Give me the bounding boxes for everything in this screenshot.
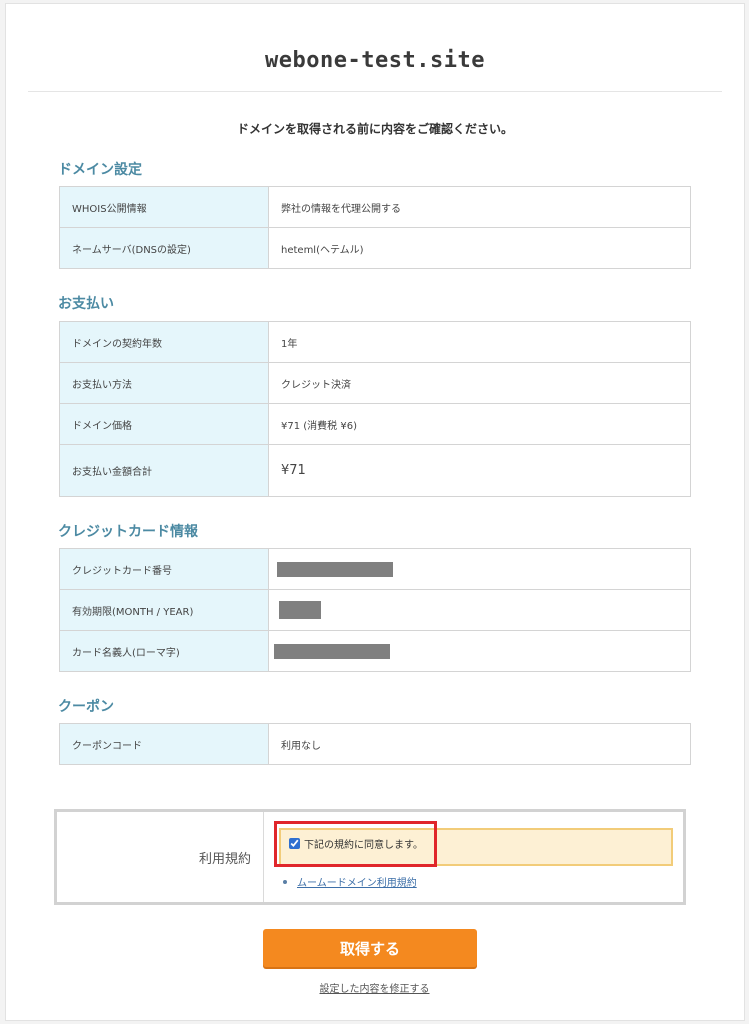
row-value: クレジット決済 bbox=[268, 362, 691, 404]
section-heading-domain: ドメイン設定 bbox=[58, 162, 142, 178]
redacted-card-number bbox=[277, 561, 393, 577]
row-value: 利用なし bbox=[268, 723, 691, 765]
table-row: WHOIS公開情報 弊社の情報を代理公開する bbox=[59, 186, 691, 228]
terms-link-item: ムームードメイン利用規約 bbox=[283, 874, 417, 889]
edit-settings-link-wrap: 設定した内容を修正する bbox=[0, 980, 749, 995]
row-label: ドメイン価格 bbox=[59, 403, 269, 445]
credit-card-table: クレジットカード番号 有効期限(MONTH / YEAR) カード名義人(ローマ… bbox=[59, 548, 691, 672]
payment-table: ドメインの契約年数 1年 お支払い方法 クレジット決済 ドメイン価格 ¥71 (… bbox=[59, 321, 691, 497]
row-label: お支払い方法 bbox=[59, 362, 269, 404]
agree-area[interactable]: 下記の規約に同意します。 bbox=[279, 828, 673, 866]
row-value: heteml(ヘテムル) bbox=[268, 227, 691, 269]
agree-text: 下記の規約に同意します。 bbox=[304, 840, 423, 851]
terms-of-service-link[interactable]: ムームードメイン利用規約 bbox=[297, 874, 417, 889]
section-heading-credit-card: クレジットカード情報 bbox=[58, 524, 198, 540]
site-title: webone-test.site bbox=[265, 48, 485, 73]
agree-checkbox[interactable] bbox=[289, 838, 300, 849]
row-value bbox=[268, 548, 691, 590]
table-row: ドメイン価格 ¥71 (消費税 ¥6) bbox=[59, 403, 691, 445]
row-label: ドメインの契約年数 bbox=[59, 321, 269, 363]
row-label: お支払い金額合計 bbox=[59, 444, 269, 497]
coupon-table: クーポンコード 利用なし bbox=[59, 723, 691, 765]
row-label: 有効期限(MONTH / YEAR) bbox=[59, 589, 269, 631]
row-label: クレジットカード番号 bbox=[59, 548, 269, 590]
agree-checkbox-label[interactable]: 下記の規約に同意します。 bbox=[289, 836, 423, 851]
redacted-expiry bbox=[279, 601, 321, 619]
table-row: ドメインの契約年数 1年 bbox=[59, 321, 691, 363]
table-row: クレジットカード番号 bbox=[59, 548, 691, 590]
terms-label: 利用規約 bbox=[57, 812, 264, 902]
table-row: お支払い方法 クレジット決済 bbox=[59, 362, 691, 404]
table-row: お支払い金額合計 ¥71 bbox=[59, 444, 691, 497]
total-amount: ¥71 bbox=[268, 444, 691, 497]
bullet-icon bbox=[283, 879, 287, 884]
terms-box: 利用規約 下記の規約に同意します。 ムームードメイン利用規約 bbox=[54, 809, 686, 905]
row-value: ¥71 (消費税 ¥6) bbox=[268, 403, 691, 445]
row-value bbox=[268, 589, 691, 631]
row-value: 弊社の情報を代理公開する bbox=[268, 186, 691, 228]
section-heading-payment: お支払い bbox=[58, 296, 114, 312]
confirmation-lead-text: ドメインを取得される前に内容をご確認ください。 bbox=[236, 122, 513, 136]
row-label: クーポンコード bbox=[59, 723, 269, 765]
table-row: ネームサーバ(DNSの設定) heteml(ヘテムル) bbox=[59, 227, 691, 269]
title-divider bbox=[28, 91, 722, 92]
row-label: ネームサーバ(DNSの設定) bbox=[59, 227, 269, 269]
redacted-cardholder-name bbox=[274, 643, 390, 659]
row-label: WHOIS公開情報 bbox=[59, 186, 269, 228]
acquire-button[interactable]: 取得する bbox=[263, 929, 477, 967]
row-value: 1年 bbox=[268, 321, 691, 363]
table-row: 有効期限(MONTH / YEAR) bbox=[59, 589, 691, 631]
table-row: クーポンコード 利用なし bbox=[59, 723, 691, 765]
edit-settings-link[interactable]: 設定した内容を修正する bbox=[320, 984, 430, 995]
row-label: カード名義人(ローマ字) bbox=[59, 630, 269, 672]
table-row: カード名義人(ローマ字) bbox=[59, 630, 691, 672]
domain-settings-table: WHOIS公開情報 弊社の情報を代理公開する ネームサーバ(DNSの設定) he… bbox=[59, 186, 691, 269]
row-value bbox=[268, 630, 691, 672]
section-heading-coupon: クーポン bbox=[58, 699, 114, 715]
